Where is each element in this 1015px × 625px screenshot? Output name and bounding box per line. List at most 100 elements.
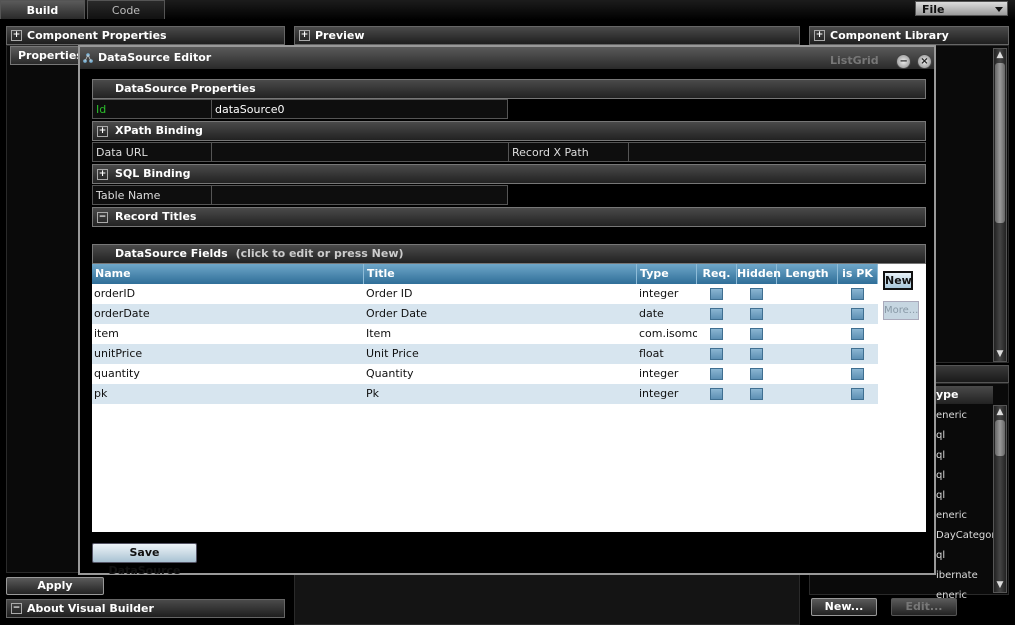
column-header-req[interactable]: Req.	[697, 264, 737, 284]
column-header-name[interactable]: Name	[92, 264, 364, 284]
library-list-item[interactable]: ql	[936, 450, 945, 461]
is-pk-checkbox[interactable]	[851, 368, 864, 380]
table-row[interactable]: unitPrice Unit Price float	[92, 344, 878, 364]
cell-name: orderID	[94, 287, 136, 300]
cell-name: pk	[94, 387, 108, 400]
library-list-item[interactable]: eneric	[936, 410, 967, 421]
library-list-item[interactable]: ql	[936, 470, 945, 481]
required-checkbox[interactable]	[710, 368, 723, 380]
new-field-button[interactable]: New	[883, 271, 913, 290]
type-column-header[interactable]: ype	[936, 386, 993, 404]
minimize-icon[interactable]: −	[896, 54, 912, 69]
is-pk-checkbox[interactable]	[851, 308, 864, 320]
column-header-hidden[interactable]: Hidden	[737, 264, 781, 284]
scroll-thumb[interactable]	[995, 420, 1005, 456]
component-properties-header[interactable]: + Component Properties	[6, 26, 285, 45]
required-checkbox[interactable]	[710, 308, 723, 320]
library-list-item[interactable]: DayCategor	[936, 530, 996, 541]
modal-title-bar[interactable]: DataSource Editor ListGrid − ×	[80, 47, 934, 69]
column-header-title[interactable]: Title	[364, 264, 637, 284]
record-xpath-label: Record X Path	[508, 142, 629, 162]
collapse-icon[interactable]: −	[97, 212, 108, 223]
scroll-up-icon[interactable]: ▲	[994, 406, 1006, 419]
ghost-listgrid-label: ListGrid	[830, 54, 879, 67]
new-component-button[interactable]: New...	[811, 598, 877, 616]
is-pk-checkbox[interactable]	[851, 288, 864, 300]
tab-code[interactable]: Code	[87, 0, 165, 19]
column-header-is-pk[interactable]: is PK	[838, 264, 878, 284]
required-checkbox[interactable]	[710, 328, 723, 340]
hidden-checkbox[interactable]	[750, 388, 763, 400]
cell-length	[777, 364, 838, 384]
required-checkbox[interactable]	[710, 288, 723, 300]
expand-icon[interactable]: +	[11, 30, 22, 41]
is-pk-checkbox[interactable]	[851, 328, 864, 340]
library-list-item[interactable]: ql	[936, 490, 945, 501]
hidden-checkbox[interactable]	[750, 308, 763, 320]
datasource-editor-window: DataSource Editor ListGrid − × DataSourc…	[78, 45, 936, 577]
tab-build[interactable]: Build	[0, 0, 85, 19]
library-list-item[interactable]: eneric	[936, 510, 967, 521]
close-icon[interactable]: ×	[917, 54, 932, 69]
library-scrollbar[interactable]: ▲ ▼	[993, 48, 1007, 362]
required-checkbox[interactable]	[710, 348, 723, 360]
chevron-down-icon	[995, 7, 1003, 12]
id-label: Id	[92, 99, 212, 119]
table-name-label: Table Name	[92, 185, 212, 205]
scroll-thumb[interactable]	[995, 63, 1005, 223]
section-xpath-binding[interactable]: + XPath Binding	[92, 121, 926, 141]
datasource-fields-title: DataSource Fields	[115, 247, 228, 260]
data-url-label: Data URL	[92, 142, 212, 162]
cell-type: com.isomorphic	[639, 327, 697, 340]
component-library-title: Component Library	[830, 29, 949, 42]
edit-component-button[interactable]: Edit...	[891, 598, 957, 616]
datasource-fields-hint: (click to edit or press New)	[235, 247, 404, 260]
section-record-titles[interactable]: − Record Titles	[92, 207, 926, 227]
scroll-up-icon[interactable]: ▲	[994, 49, 1006, 62]
column-header-type[interactable]: Type	[637, 264, 697, 284]
cell-title: Unit Price	[366, 347, 419, 360]
library-list-item[interactable]: ql	[936, 430, 945, 441]
is-pk-checkbox[interactable]	[851, 388, 864, 400]
expand-icon[interactable]: +	[97, 169, 108, 180]
column-header-length[interactable]: Length	[777, 264, 838, 284]
library-list-scrollbar[interactable]: ▲ ▼	[993, 405, 1007, 593]
about-title: About Visual Builder	[27, 602, 154, 615]
required-checkbox[interactable]	[710, 388, 723, 400]
table-row[interactable]: orderID Order ID integer	[92, 284, 878, 304]
expand-icon[interactable]: +	[299, 30, 310, 41]
table-row[interactable]: pk Pk integer	[92, 384, 878, 404]
save-datasource-button[interactable]: Save DataSource	[92, 543, 197, 577]
hidden-checkbox[interactable]	[750, 368, 763, 380]
cell-title: Quantity	[366, 367, 414, 380]
file-menu[interactable]: File	[915, 1, 1008, 16]
apply-button[interactable]: Apply	[6, 577, 104, 595]
scroll-down-icon[interactable]: ▼	[994, 348, 1006, 361]
tab-properties[interactable]: Properties	[10, 46, 83, 65]
scroll-down-icon[interactable]: ▼	[994, 579, 1006, 592]
cell-name: quantity	[94, 367, 140, 380]
component-properties-title: Component Properties	[27, 29, 167, 42]
hidden-checkbox[interactable]	[750, 348, 763, 360]
more-button[interactable]: More...	[883, 301, 919, 320]
is-pk-checkbox[interactable]	[851, 348, 864, 360]
id-field[interactable]: dataSource0	[211, 99, 508, 119]
hidden-checkbox[interactable]	[750, 288, 763, 300]
component-library-header[interactable]: + Component Library	[809, 26, 1009, 45]
window-controls: − ×	[894, 50, 932, 72]
record-xpath-field[interactable]	[628, 142, 926, 162]
table-row[interactable]: item Item com.isomorphic	[92, 324, 878, 344]
hidden-checkbox[interactable]	[750, 328, 763, 340]
expand-icon[interactable]: +	[814, 30, 825, 41]
table-row[interactable]: quantity Quantity integer	[92, 364, 878, 384]
collapse-icon[interactable]: −	[11, 603, 22, 614]
library-list-item[interactable]: ibernate	[936, 570, 978, 581]
table-row[interactable]: orderDate Order Date date	[92, 304, 878, 324]
about-header[interactable]: − About Visual Builder	[6, 599, 285, 618]
data-url-field[interactable]	[211, 142, 509, 162]
preview-header[interactable]: + Preview	[294, 26, 800, 45]
table-name-field[interactable]	[211, 185, 508, 205]
section-sql-binding[interactable]: + SQL Binding	[92, 164, 926, 184]
library-list-item[interactable]: ql	[936, 550, 945, 561]
expand-icon[interactable]: +	[97, 126, 108, 137]
